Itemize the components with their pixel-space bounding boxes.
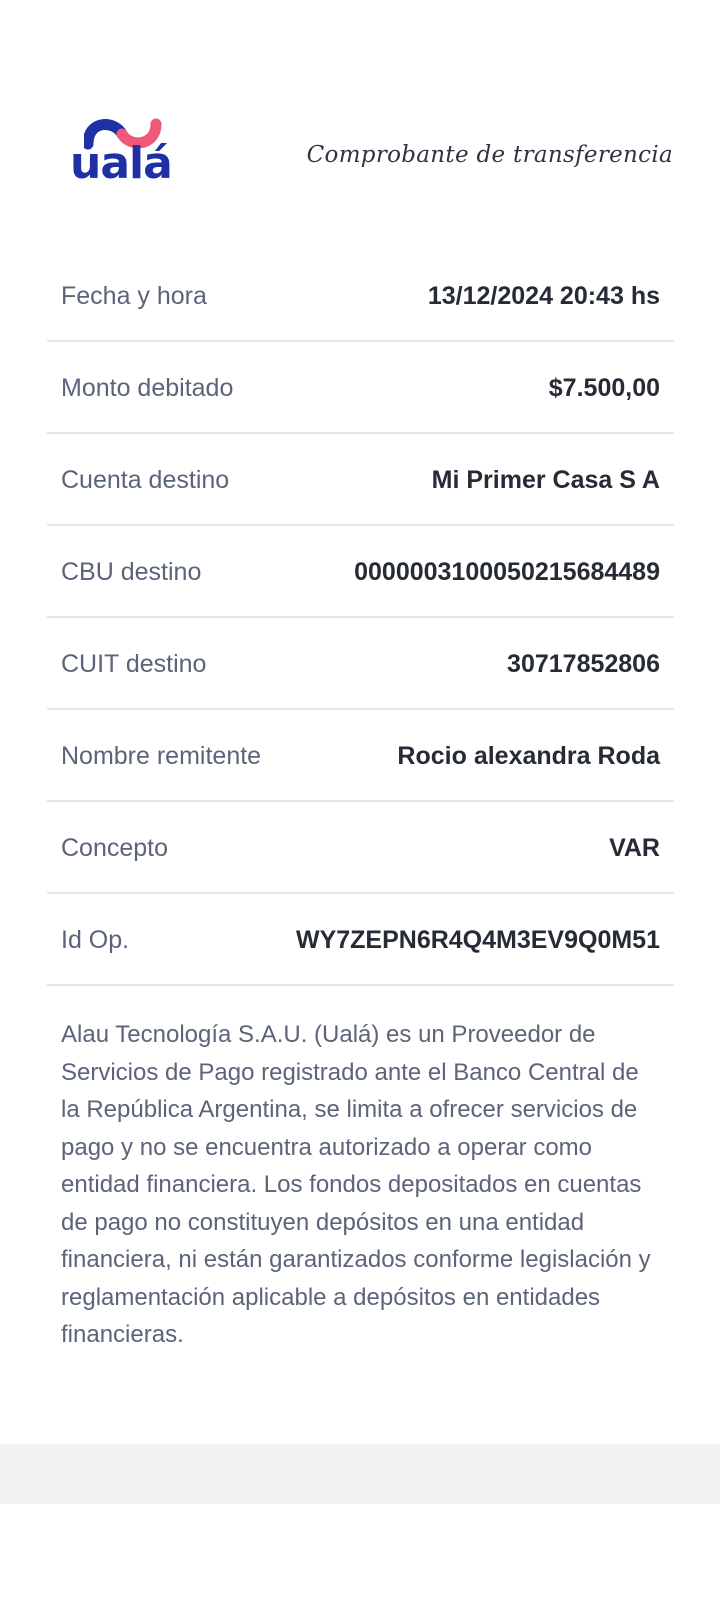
footer-band	[0, 1444, 720, 1504]
row-sender-name: Nombre remitente Rocio alexandra Roda	[47, 710, 674, 802]
row-label: Cuenta destino	[61, 466, 230, 494]
row-value: VAR	[609, 834, 660, 862]
row-value: 13/12/2024 20:43 hs	[427, 282, 660, 310]
row-label: CUIT destino	[61, 650, 207, 678]
row-label: Concepto	[61, 834, 169, 862]
uala-logo: ualá	[70, 116, 180, 202]
transfer-receipt: ualá Comprobante de transferencia Fecha …	[0, 0, 720, 1444]
row-label: CBU destino	[61, 558, 202, 586]
row-value: Mi Primer Casa S A	[431, 466, 660, 494]
row-destination-account: Cuenta destino Mi Primer Casa S A	[47, 434, 674, 526]
receipt-title: Comprobante de transferencia	[306, 142, 673, 168]
row-operation-id: Id Op. WY7ZEPN6R4Q4M3EV9Q0M51	[47, 894, 674, 986]
row-destination-cbu: CBU destino 0000003100050215684489	[47, 526, 674, 618]
row-label: Fecha y hora	[61, 282, 207, 310]
row-label: Monto debitado	[61, 374, 234, 402]
row-concept: Concepto VAR	[47, 802, 674, 894]
receipt-details: Fecha y hora 13/12/2024 20:43 hs Monto d…	[47, 250, 674, 986]
row-label: Nombre remitente	[61, 742, 262, 770]
row-amount-debited: Monto debitado $7.500,00	[47, 342, 674, 434]
row-value: 30717852806	[507, 650, 660, 678]
legal-disclaimer: Alau Tecnología S.A.U. (Ualá) es un Prov…	[61, 1021, 651, 1348]
receipt-header: ualá Comprobante de transferencia	[0, 0, 720, 250]
row-destination-cuit: CUIT destino 30717852806	[47, 618, 674, 710]
row-value: $7.500,00	[548, 374, 660, 402]
row-date-time: Fecha y hora 13/12/2024 20:43 hs	[47, 250, 674, 342]
logo-wordmark: ualá	[70, 138, 173, 189]
row-value: 0000003100050215684489	[354, 558, 660, 586]
row-value: Rocio alexandra Roda	[397, 742, 660, 770]
row-value: WY7ZEPN6R4Q4M3EV9Q0M51	[295, 926, 660, 954]
row-label: Id Op.	[61, 926, 130, 954]
